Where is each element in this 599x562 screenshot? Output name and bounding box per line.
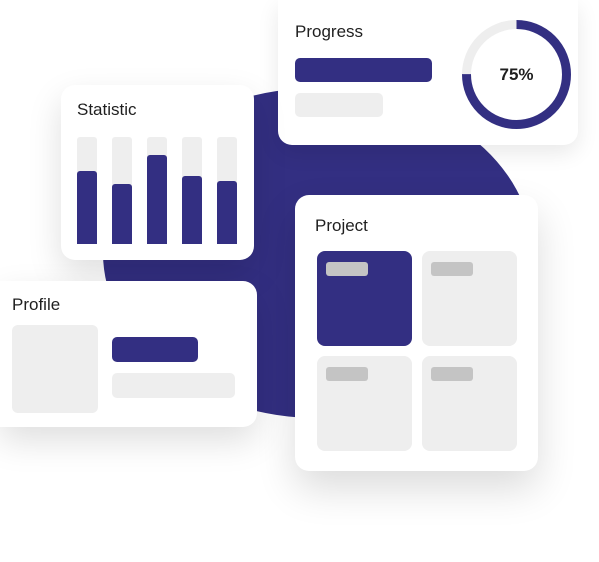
stat-bar-track bbox=[217, 137, 237, 244]
statistic-title: Statistic bbox=[77, 100, 137, 119]
progress-percent-label: 75% bbox=[499, 65, 534, 84]
project-tile-tag bbox=[326, 262, 368, 276]
profile-detail-bar bbox=[112, 373, 235, 398]
stat-bar-track bbox=[112, 137, 132, 244]
project-tile-tag bbox=[431, 262, 473, 276]
profile-name-bar bbox=[112, 337, 198, 362]
project-tile[interactable] bbox=[422, 251, 517, 346]
profile-title: Profile bbox=[12, 295, 61, 314]
stat-bar bbox=[147, 155, 167, 244]
stat-bar-track bbox=[182, 137, 202, 244]
stat-bar bbox=[112, 184, 132, 244]
avatar-placeholder bbox=[12, 325, 98, 413]
profile-card: Profile bbox=[0, 281, 257, 427]
project-title: Project bbox=[315, 216, 368, 235]
progress-primary-bar bbox=[295, 58, 432, 82]
statistic-card: Statistic bbox=[61, 85, 254, 260]
stat-bar bbox=[77, 171, 97, 244]
stat-bar bbox=[182, 175, 202, 244]
stat-bar-track bbox=[147, 137, 167, 244]
project-card: Project bbox=[295, 195, 538, 471]
project-tile[interactable] bbox=[317, 356, 412, 451]
project-tile-active[interactable] bbox=[317, 251, 412, 346]
progress-secondary-bar bbox=[295, 93, 383, 117]
progress-card: Progress 75% bbox=[278, 0, 578, 145]
project-tile-tag bbox=[326, 367, 368, 381]
progress-ring: 75% bbox=[460, 18, 573, 131]
progress-title: Progress bbox=[295, 22, 364, 41]
stat-bar-track bbox=[77, 137, 97, 244]
stat-bar bbox=[217, 180, 237, 244]
project-tile[interactable] bbox=[422, 356, 517, 451]
statistic-bar-chart bbox=[77, 137, 237, 244]
project-tile-tag bbox=[431, 367, 473, 381]
